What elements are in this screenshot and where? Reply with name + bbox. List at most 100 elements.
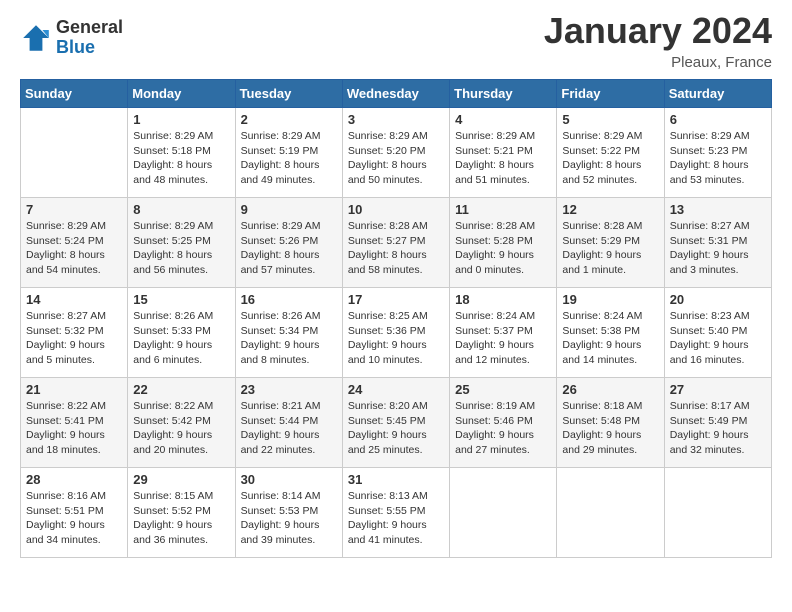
day-number: 24 [348, 382, 444, 397]
logo: General Blue [20, 18, 123, 58]
day-info: Sunrise: 8:27 AMSunset: 5:32 PMDaylight:… [26, 309, 122, 368]
month-title: January 2024 [544, 10, 772, 52]
calendar-table: Sunday Monday Tuesday Wednesday Thursday… [20, 79, 772, 558]
day-info: Sunrise: 8:29 AMSunset: 5:22 PMDaylight:… [562, 129, 658, 188]
day-number: 11 [455, 202, 551, 217]
table-row: 6 Sunrise: 8:29 AMSunset: 5:23 PMDaylight… [664, 108, 771, 198]
day-info: Sunrise: 8:29 AMSunset: 5:19 PMDaylight:… [241, 129, 337, 188]
day-info: Sunrise: 8:21 AMSunset: 5:44 PMDaylight:… [241, 399, 337, 458]
day-info: Sunrise: 8:29 AMSunset: 5:23 PMDaylight:… [670, 129, 766, 188]
table-row: 24 Sunrise: 8:20 AMSunset: 5:45 PMDayligh… [342, 378, 449, 468]
calendar-header-row: Sunday Monday Tuesday Wednesday Thursday… [21, 80, 772, 108]
location: Pleaux, France [544, 54, 772, 71]
calendar-week-row: 28 Sunrise: 8:16 AMSunset: 5:51 PMDayligh… [21, 468, 772, 558]
day-info: Sunrise: 8:20 AMSunset: 5:45 PMDaylight:… [348, 399, 444, 458]
day-number: 3 [348, 112, 444, 127]
table-row: 15Sunrise: 8:26 AMSunset: 5:33 PMDayligh… [128, 288, 235, 378]
day-info: Sunrise: 8:13 AMSunset: 5:55 PMDaylight:… [348, 489, 444, 548]
table-row [450, 468, 557, 558]
day-info: Sunrise: 8:23 AMSunset: 5:40 PMDaylight:… [670, 309, 766, 368]
day-number: 28 [26, 472, 122, 487]
table-row: 14 Sunrise: 8:27 AMSunset: 5:32 PMDayligh… [21, 288, 128, 378]
calendar-week-row: 21 Sunrise: 8:22 AMSunset: 5:41 PMDayligh… [21, 378, 772, 468]
day-info: Sunrise: 8:26 AMSunset: 5:34 PMDaylight:… [241, 309, 337, 368]
table-row: 21 Sunrise: 8:22 AMSunset: 5:41 PMDayligh… [21, 378, 128, 468]
table-row: 3 Sunrise: 8:29 AMSunset: 5:20 PMDaylight… [342, 108, 449, 198]
table-row: 4Sunrise: 8:29 AMSunset: 5:21 PMDaylight… [450, 108, 557, 198]
title-area: January 2024 Pleaux, France [544, 10, 772, 71]
day-number: 1 [133, 112, 229, 127]
table-row: 2 Sunrise: 8:29 AMSunset: 5:19 PMDaylight… [235, 108, 342, 198]
table-row: 29 Sunrise: 8:15 AMSunset: 5:52 PMDayligh… [128, 468, 235, 558]
table-row: 5Sunrise: 8:29 AMSunset: 5:22 PMDaylight… [557, 108, 664, 198]
table-row: 28 Sunrise: 8:16 AMSunset: 5:51 PMDayligh… [21, 468, 128, 558]
day-info: Sunrise: 8:27 AMSunset: 5:31 PMDaylight:… [670, 219, 766, 278]
day-number: 7 [26, 202, 122, 217]
day-info: Sunrise: 8:25 AMSunset: 5:36 PMDaylight:… [348, 309, 444, 368]
day-info: Sunrise: 8:28 AMSunset: 5:28 PMDaylight:… [455, 219, 551, 278]
day-number: 23 [241, 382, 337, 397]
day-info: Sunrise: 8:14 AMSunset: 5:53 PMDaylight:… [241, 489, 337, 548]
table-row: 19Sunrise: 8:24 AMSunset: 5:38 PMDayligh… [557, 288, 664, 378]
day-info: Sunrise: 8:24 AMSunset: 5:38 PMDaylight:… [562, 309, 658, 368]
day-info: Sunrise: 8:22 AMSunset: 5:41 PMDaylight:… [26, 399, 122, 458]
day-number: 29 [133, 472, 229, 487]
day-number: 27 [670, 382, 766, 397]
day-info: Sunrise: 8:24 AMSunset: 5:37 PMDaylight:… [455, 309, 551, 368]
table-row: 7 Sunrise: 8:29 AMSunset: 5:24 PMDaylight… [21, 198, 128, 288]
day-number: 16 [241, 292, 337, 307]
day-info: Sunrise: 8:29 AMSunset: 5:21 PMDaylight:… [455, 129, 551, 188]
day-info: Sunrise: 8:15 AMSunset: 5:52 PMDaylight:… [133, 489, 229, 548]
calendar-week-row: 1Sunrise: 8:29 AMSunset: 5:18 PMDaylight… [21, 108, 772, 198]
day-number: 20 [670, 292, 766, 307]
day-info: Sunrise: 8:28 AMSunset: 5:27 PMDaylight:… [348, 219, 444, 278]
day-info: Sunrise: 8:29 AMSunset: 5:26 PMDaylight:… [241, 219, 337, 278]
col-thursday: Thursday [450, 80, 557, 108]
logo-general-text: General [56, 18, 123, 38]
col-tuesday: Tuesday [235, 80, 342, 108]
day-number: 12 [562, 202, 658, 217]
logo-text: General Blue [56, 18, 123, 58]
day-number: 18 [455, 292, 551, 307]
table-row [664, 468, 771, 558]
table-row: 20 Sunrise: 8:23 AMSunset: 5:40 PMDayligh… [664, 288, 771, 378]
day-number: 6 [670, 112, 766, 127]
day-number: 17 [348, 292, 444, 307]
table-row: 30 Sunrise: 8:14 AMSunset: 5:53 PMDayligh… [235, 468, 342, 558]
table-row: 10Sunrise: 8:28 AMSunset: 5:27 PMDayligh… [342, 198, 449, 288]
day-number: 22 [133, 382, 229, 397]
day-info: Sunrise: 8:22 AMSunset: 5:42 PMDaylight:… [133, 399, 229, 458]
table-row: 13Sunrise: 8:27 AMSunset: 5:31 PMDayligh… [664, 198, 771, 288]
day-number: 21 [26, 382, 122, 397]
logo-blue-text: Blue [56, 38, 123, 58]
calendar-week-row: 14 Sunrise: 8:27 AMSunset: 5:32 PMDayligh… [21, 288, 772, 378]
table-row: 8 Sunrise: 8:29 AMSunset: 5:25 PMDaylight… [128, 198, 235, 288]
day-number: 14 [26, 292, 122, 307]
day-info: Sunrise: 8:29 AMSunset: 5:20 PMDaylight:… [348, 129, 444, 188]
table-row: 22 Sunrise: 8:22 AMSunset: 5:42 PMDayligh… [128, 378, 235, 468]
table-row: 18 Sunrise: 8:24 AMSunset: 5:37 PMDayligh… [450, 288, 557, 378]
day-number: 9 [241, 202, 337, 217]
day-info: Sunrise: 8:26 AMSunset: 5:33 PMDaylight:… [133, 309, 229, 368]
day-info: Sunrise: 8:19 AMSunset: 5:46 PMDaylight:… [455, 399, 551, 458]
col-friday: Friday [557, 80, 664, 108]
day-info: Sunrise: 8:28 AMSunset: 5:29 PMDaylight:… [562, 219, 658, 278]
day-info: Sunrise: 8:29 AMSunset: 5:25 PMDaylight:… [133, 219, 229, 278]
table-row: 31 Sunrise: 8:13 AMSunset: 5:55 PMDayligh… [342, 468, 449, 558]
col-saturday: Saturday [664, 80, 771, 108]
day-number: 2 [241, 112, 337, 127]
day-number: 31 [348, 472, 444, 487]
day-info: Sunrise: 8:29 AMSunset: 5:24 PMDaylight:… [26, 219, 122, 278]
table-row: 27 Sunrise: 8:17 AMSunset: 5:49 PMDayligh… [664, 378, 771, 468]
table-row: 26 Sunrise: 8:18 AMSunset: 5:48 PMDayligh… [557, 378, 664, 468]
day-info: Sunrise: 8:16 AMSunset: 5:51 PMDaylight:… [26, 489, 122, 548]
day-number: 30 [241, 472, 337, 487]
day-info: Sunrise: 8:18 AMSunset: 5:48 PMDaylight:… [562, 399, 658, 458]
day-number: 26 [562, 382, 658, 397]
table-row: 12 Sunrise: 8:28 AMSunset: 5:29 PMDayligh… [557, 198, 664, 288]
table-row: 9 Sunrise: 8:29 AMSunset: 5:26 PMDaylight… [235, 198, 342, 288]
day-info: Sunrise: 8:17 AMSunset: 5:49 PMDaylight:… [670, 399, 766, 458]
day-number: 8 [133, 202, 229, 217]
col-monday: Monday [128, 80, 235, 108]
table-row [557, 468, 664, 558]
